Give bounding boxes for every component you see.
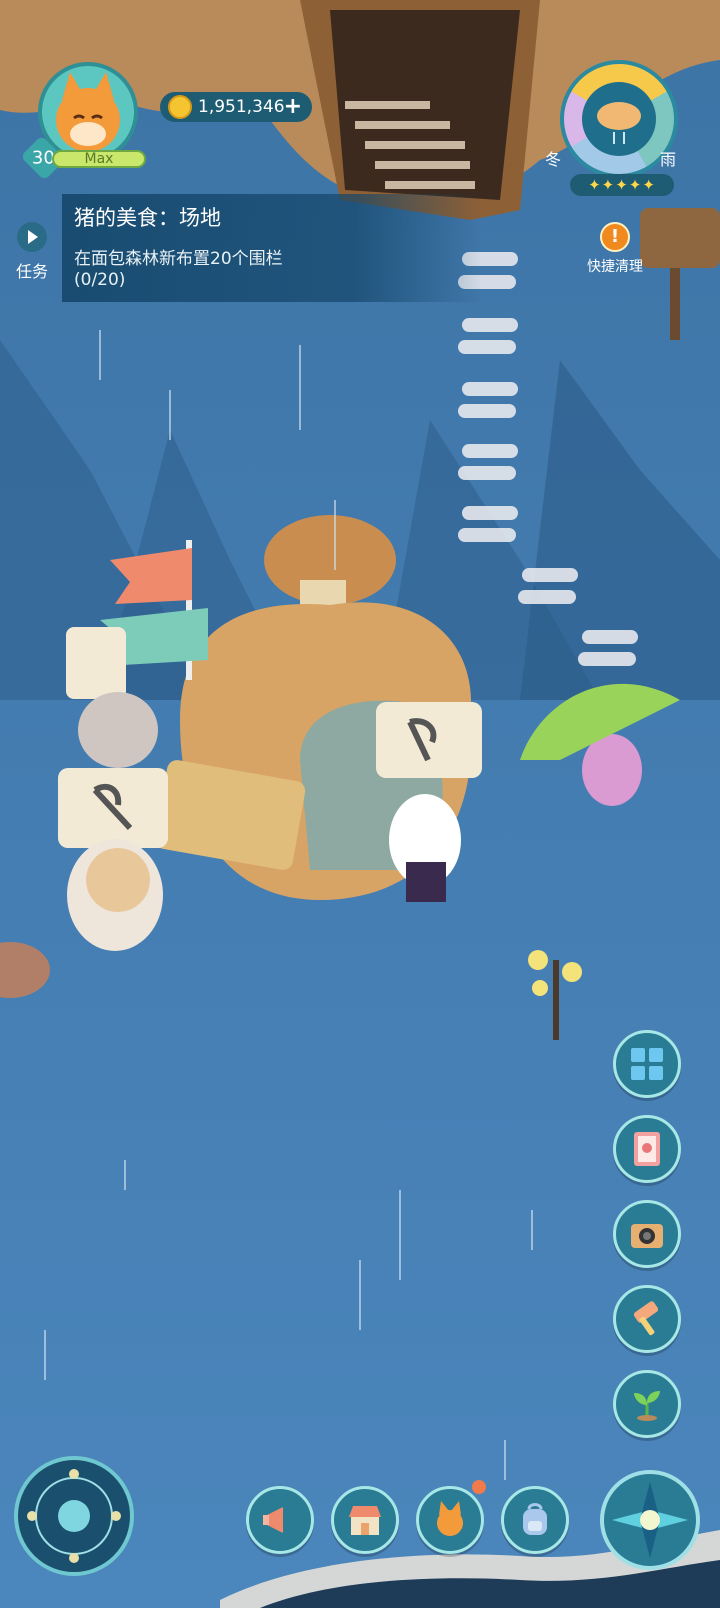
friends-button[interactable] [416,1486,484,1554]
compass-icon [27,1469,121,1563]
weather-condition-label: 雨 [660,150,677,169]
notification-dot [472,1480,486,1494]
add-coins-icon[interactable]: + [284,92,302,122]
coin-amount: 1,951,346 [198,97,285,117]
coin-icon [168,95,192,119]
cloud-rain-icon [582,82,656,156]
shop-icon [349,1506,381,1535]
handbook-button[interactable] [613,1115,681,1183]
backpack-button[interactable] [501,1486,569,1554]
task-title: 猪的美食：场地 [74,206,221,230]
alert-icon: ! [600,222,630,252]
season-label: 冬 [545,150,562,169]
announcement-button[interactable] [246,1486,314,1554]
plant-button[interactable] [613,1370,681,1438]
camera-icon [631,1224,663,1248]
quick-clean-label: 快捷清理 [587,259,643,275]
task-tab-label: 任务 [15,262,48,281]
camera-button[interactable] [613,1200,681,1268]
expand-arrow-icon[interactable] [17,222,47,252]
backpack-icon [523,1503,547,1535]
quick-clean-button[interactable]: ! 快捷清理 [585,222,645,276]
layout-icon [631,1048,663,1080]
book-icon [634,1132,660,1166]
fox-avatar-icon [56,72,120,152]
fox-icon [437,1501,463,1536]
task-description: 在面包森林新布置20个围栏 [74,249,283,269]
weather-stars: ✦✦✦✦✦ [570,174,674,196]
map-compass-button[interactable] [14,1456,134,1576]
megaphone-icon [263,1507,283,1533]
task-tab-button[interactable]: 任务 [10,222,54,288]
exp-bar: Max [52,150,146,168]
coin-counter[interactable]: 1,951,346 + [160,92,312,122]
layout-button[interactable] [613,1030,681,1098]
task-panel[interactable]: 猪的美食：场地 在面包森林新布置20个围栏 (0/20) [62,194,482,302]
build-button[interactable] [613,1285,681,1353]
navigation-icon [612,1482,688,1558]
hammer-icon [633,1301,659,1336]
sprout-icon [634,1391,660,1421]
navigation-button[interactable] [600,1470,700,1570]
task-progress: (0/20) [74,270,126,290]
shop-button[interactable] [331,1486,399,1554]
